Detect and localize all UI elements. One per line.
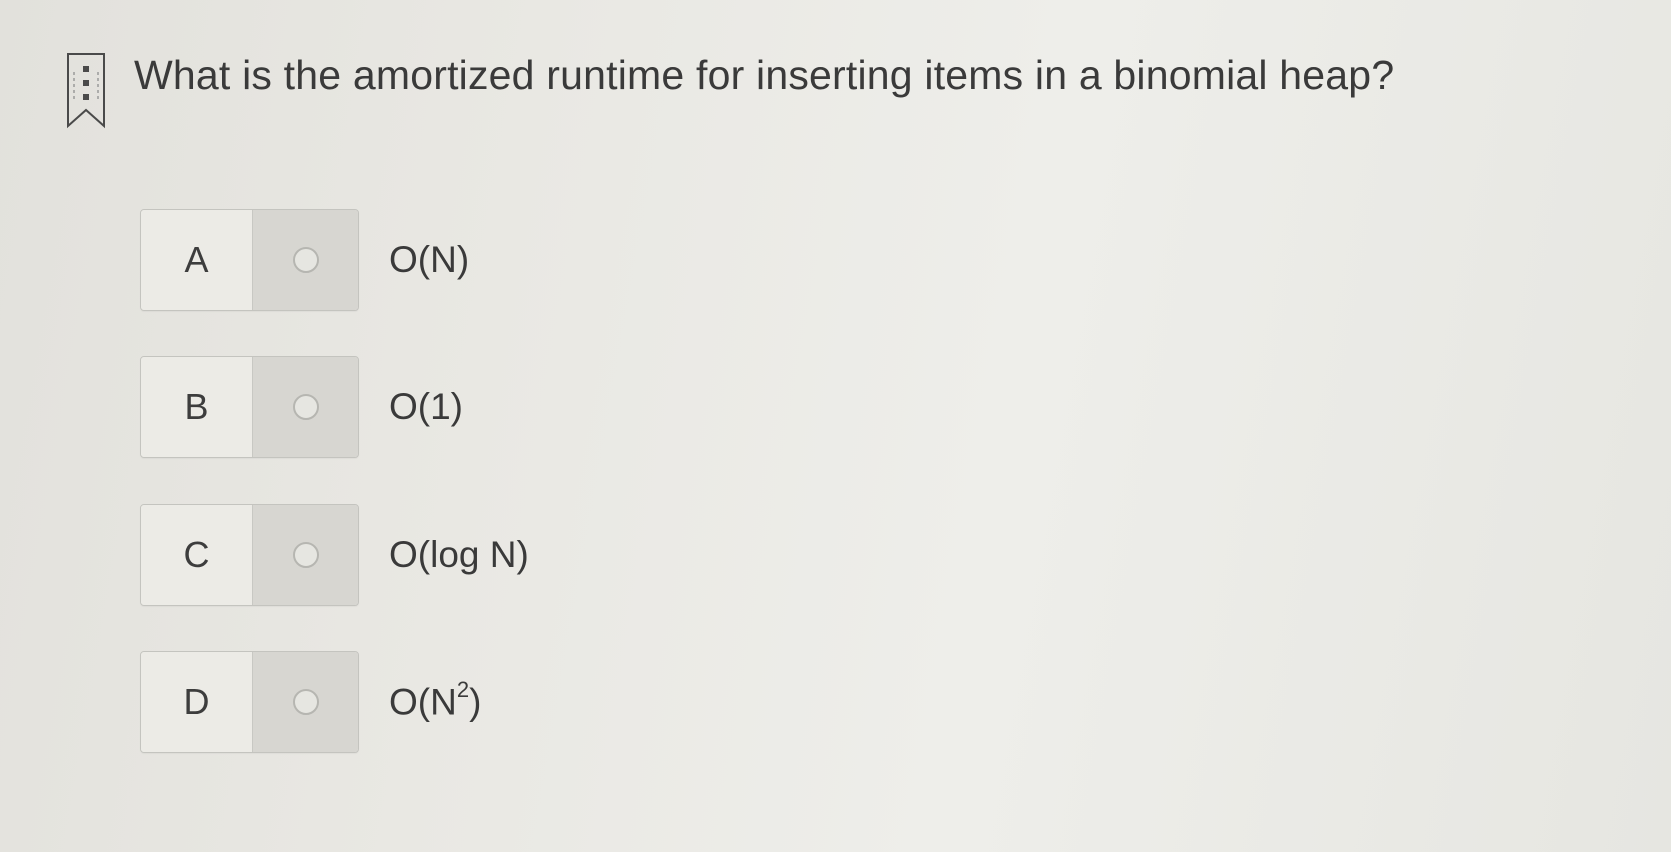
option-c-text: O(log N) (389, 534, 529, 575)
option-c-box[interactable]: C (140, 504, 359, 606)
option-b[interactable]: B O(1) (140, 356, 463, 458)
option-c-radio[interactable] (292, 542, 319, 568)
option-d-text-end: ) (469, 681, 482, 723)
option-d-radio[interactable] (292, 689, 319, 715)
option-d[interactable]: D O(N2) (140, 651, 481, 753)
bookmark-icon[interactable] (66, 52, 106, 130)
option-d-text: O(N2) (389, 677, 482, 723)
option-d-text-sup: 2 (456, 676, 470, 702)
option-a-box[interactable]: A (140, 209, 359, 311)
option-c-radio-cell[interactable] (252, 505, 358, 605)
option-c-letter: C (141, 505, 252, 605)
option-a[interactable]: A O(N) (140, 209, 469, 311)
option-b-radio-cell[interactable] (252, 357, 358, 457)
option-d-box[interactable]: D (140, 651, 359, 753)
option-d-radio-cell[interactable] (252, 652, 358, 752)
option-a-radio-cell[interactable] (252, 210, 358, 310)
option-d-letter: D (141, 652, 252, 752)
option-c[interactable]: C O(log N) (140, 504, 529, 606)
option-a-radio[interactable] (292, 247, 319, 273)
option-a-text: O(N) (389, 239, 470, 280)
option-b-text: O(1) (389, 386, 463, 427)
option-b-letter: B (141, 357, 252, 457)
option-b-radio[interactable] (292, 394, 319, 420)
question-text: What is the amortized runtime for insert… (134, 52, 1395, 98)
option-d-text-base: O(N (389, 681, 457, 723)
option-a-letter: A (141, 210, 252, 310)
option-b-box[interactable]: B (140, 356, 359, 458)
